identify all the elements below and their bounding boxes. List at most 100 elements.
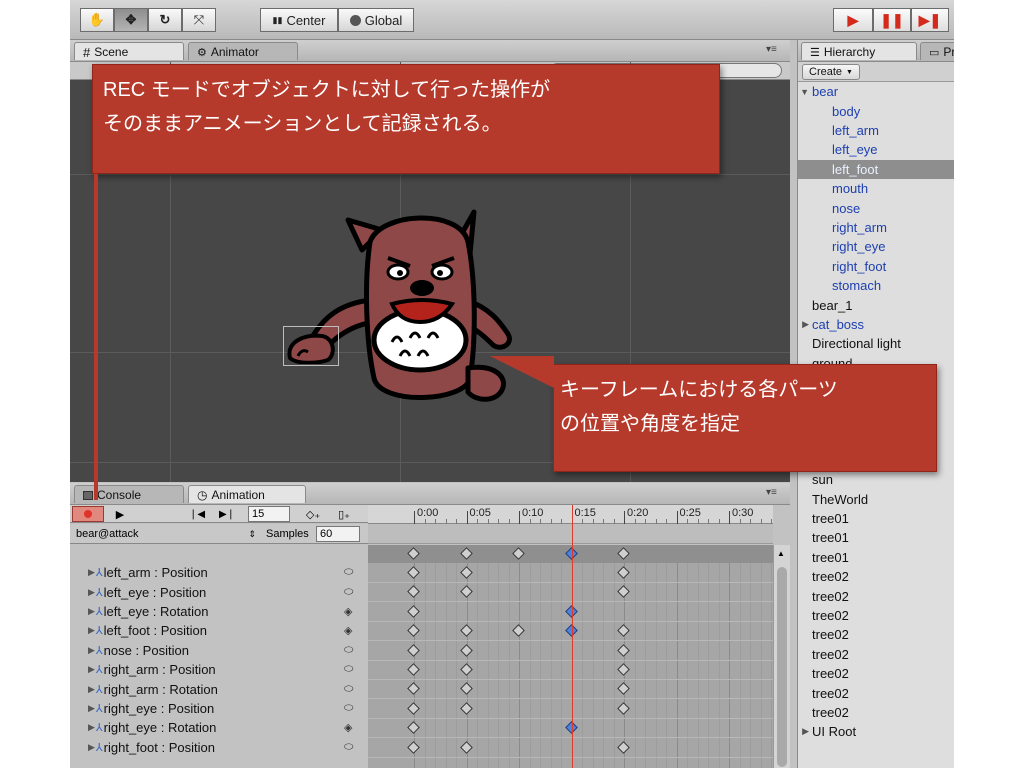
animation-property-row[interactable]: ▶ ⅄ right_arm : Position ⬭	[70, 660, 368, 679]
hierarchy-item[interactable]: mouth	[798, 179, 954, 198]
space-toggle-button[interactable]: Global	[338, 8, 414, 32]
animation-property-row[interactable]: ▶ ⅄ left_eye : Rotation ◈	[70, 602, 368, 621]
frame-input[interactable]: 15	[248, 506, 290, 522]
summary-keyframe-diamond[interactable]	[512, 547, 525, 560]
scale-tool-button[interactable]: ⤧	[182, 8, 216, 32]
expand-arrow-icon[interactable]: ▶	[88, 742, 95, 753]
collapse-arrow-icon[interactable]: ▶	[798, 319, 812, 330]
keyframe-diamond[interactable]	[459, 585, 473, 599]
tab-scene[interactable]: # Scene	[74, 42, 184, 60]
events-row[interactable]	[368, 524, 773, 544]
property-key-icon[interactable]: ⬭	[344, 644, 353, 657]
hierarchy-item[interactable]: tree02	[798, 664, 954, 683]
hierarchy-item[interactable]: left_foot	[798, 159, 954, 179]
hierarchy-item[interactable]: tree01	[798, 509, 954, 528]
keyframe-diamond[interactable]	[617, 682, 630, 696]
animation-property-row[interactable]: ▶ ⅄ right_foot : Position ⬭	[70, 738, 368, 757]
hierarchy-item[interactable]: stomach	[798, 276, 954, 295]
step-button[interactable]: ▶❚	[911, 8, 949, 32]
property-key-icon[interactable]: ⬭	[344, 741, 353, 754]
scrollbar-thumb[interactable]	[777, 567, 787, 767]
keyframe-diamond[interactable]	[459, 643, 473, 657]
expand-arrow-icon[interactable]: ▶	[88, 567, 95, 578]
hierarchy-item[interactable]: tree02	[798, 567, 954, 586]
property-key-icon[interactable]: ⬭	[344, 586, 353, 599]
panel-menu-icon[interactable]: ▾≡	[766, 487, 777, 498]
hierarchy-item[interactable]: TheWorld	[798, 489, 954, 508]
keyframe-diamond[interactable]	[459, 701, 473, 715]
keyframe-diamond[interactable]	[407, 624, 420, 638]
samples-input[interactable]: 60	[316, 526, 360, 542]
hierarchy-item[interactable]: left_arm	[798, 121, 954, 140]
expand-arrow-icon[interactable]: ▶	[88, 703, 95, 714]
expand-arrow-icon[interactable]: ▶	[88, 606, 95, 617]
add-keyframe-button[interactable]: ◇₊	[300, 505, 326, 523]
play-animation-button[interactable]: ▶	[108, 505, 132, 523]
property-key-icon[interactable]: ⬭	[344, 683, 353, 696]
playhead[interactable]	[571, 505, 573, 768]
keyframe-diamond[interactable]	[617, 643, 630, 657]
hierarchy-item[interactable]: body	[798, 101, 954, 120]
keyframe-diamond[interactable]	[459, 624, 473, 638]
next-keyframe-button[interactable]: ▶❘	[216, 505, 238, 523]
keyframe-diamond[interactable]	[459, 663, 473, 676]
expand-arrow-icon[interactable]: ▶	[88, 664, 95, 675]
hierarchy-item[interactable]: tree02	[798, 683, 954, 702]
timeline-ruler[interactable]: 0:00 0:05 0:10 0:15 0:20 0:25 0:30	[368, 505, 773, 524]
expand-arrow-icon[interactable]: ▶	[88, 645, 95, 656]
expand-arrow-icon[interactable]: ▼	[798, 87, 812, 97]
keyframe-diamond[interactable]	[407, 604, 420, 618]
summary-keyframe-diamond[interactable]	[617, 547, 630, 560]
keyframe-diamond[interactable]	[617, 566, 630, 579]
keyframe-diamond[interactable]	[407, 643, 420, 657]
property-key-icon[interactable]: ⬭	[344, 566, 353, 579]
hierarchy-item[interactable]: nose	[798, 198, 954, 217]
move-tool-button[interactable]: ✥	[114, 8, 148, 32]
left-foot-sprite[interactable]	[284, 330, 338, 364]
hierarchy-item[interactable]: right_foot	[798, 257, 954, 276]
hierarchy-item[interactable]: ▼ bear	[798, 82, 954, 101]
property-key-icon[interactable]: ◈	[344, 624, 352, 637]
expand-arrow-icon[interactable]: ▶	[88, 722, 95, 733]
tab-animation[interactable]: ◷ Animation	[188, 485, 306, 503]
tab-animator[interactable]: ⚙ Animator	[188, 42, 298, 60]
create-dropdown[interactable]: Create ▼	[802, 64, 860, 80]
property-key-icon[interactable]: ◈	[344, 605, 352, 618]
keyframe-diamond[interactable]	[459, 682, 473, 696]
keyframe-diamond[interactable]	[407, 740, 420, 754]
scroll-up-icon[interactable]: ▲	[777, 549, 785, 558]
tab-console[interactable]: Console	[74, 485, 184, 503]
hierarchy-item[interactable]: right_eye	[798, 237, 954, 256]
keyframe-diamond[interactable]	[407, 585, 420, 599]
dopesheet[interactable]	[368, 563, 773, 768]
hand-tool-button[interactable]: ✋	[80, 8, 114, 32]
hierarchy-item[interactable]: right_arm	[798, 218, 954, 237]
rotate-tool-button[interactable]: ↻	[148, 8, 182, 32]
keyframe-diamond[interactable]	[407, 663, 420, 676]
add-event-button[interactable]: ▯₊	[332, 505, 356, 523]
hierarchy-item[interactable]: bear_1	[798, 295, 954, 314]
hierarchy-item[interactable]: ▶ cat_boss	[798, 315, 954, 334]
animation-property-row[interactable]: ▶ ⅄ nose : Position ⬭	[70, 641, 368, 660]
keyframe-diamond[interactable]	[512, 624, 525, 638]
hierarchy-item[interactable]: left_eye	[798, 140, 954, 159]
keyframe-diamond[interactable]	[617, 585, 630, 599]
hierarchy-item[interactable]: tree02	[798, 645, 954, 664]
animation-property-row[interactable]: ▶ ⅄ left_arm : Position ⬭	[70, 563, 368, 582]
expand-arrow-icon[interactable]: ▶	[88, 684, 95, 695]
tab-hierarchy[interactable]: ☰ Hierarchy	[801, 42, 917, 60]
animation-property-row[interactable]: ▶ ⅄ right_eye : Position ⬭	[70, 699, 368, 718]
summary-keyframe-diamond[interactable]	[459, 547, 473, 560]
summary-key-row[interactable]	[368, 545, 773, 563]
pivot-toggle-button[interactable]: ▮▮ Center	[260, 8, 338, 32]
keyframe-diamond[interactable]	[459, 566, 473, 579]
vertical-scrollbar[interactable]: ▲	[773, 545, 790, 768]
animation-property-row[interactable]: ▶ ⅄ right_eye : Rotation ◈	[70, 718, 368, 737]
play-button[interactable]: ▶	[833, 8, 873, 32]
tab-project[interactable]: ▭ Pr	[920, 42, 954, 60]
property-key-icon[interactable]: ◈	[344, 721, 352, 734]
animation-property-row[interactable]: ▶ ⅄ left_eye : Position ⬭	[70, 582, 368, 601]
keyframe-diamond[interactable]	[407, 682, 420, 696]
keyframe-diamond[interactable]	[459, 740, 473, 754]
keyframe-diamond[interactable]	[617, 701, 630, 715]
